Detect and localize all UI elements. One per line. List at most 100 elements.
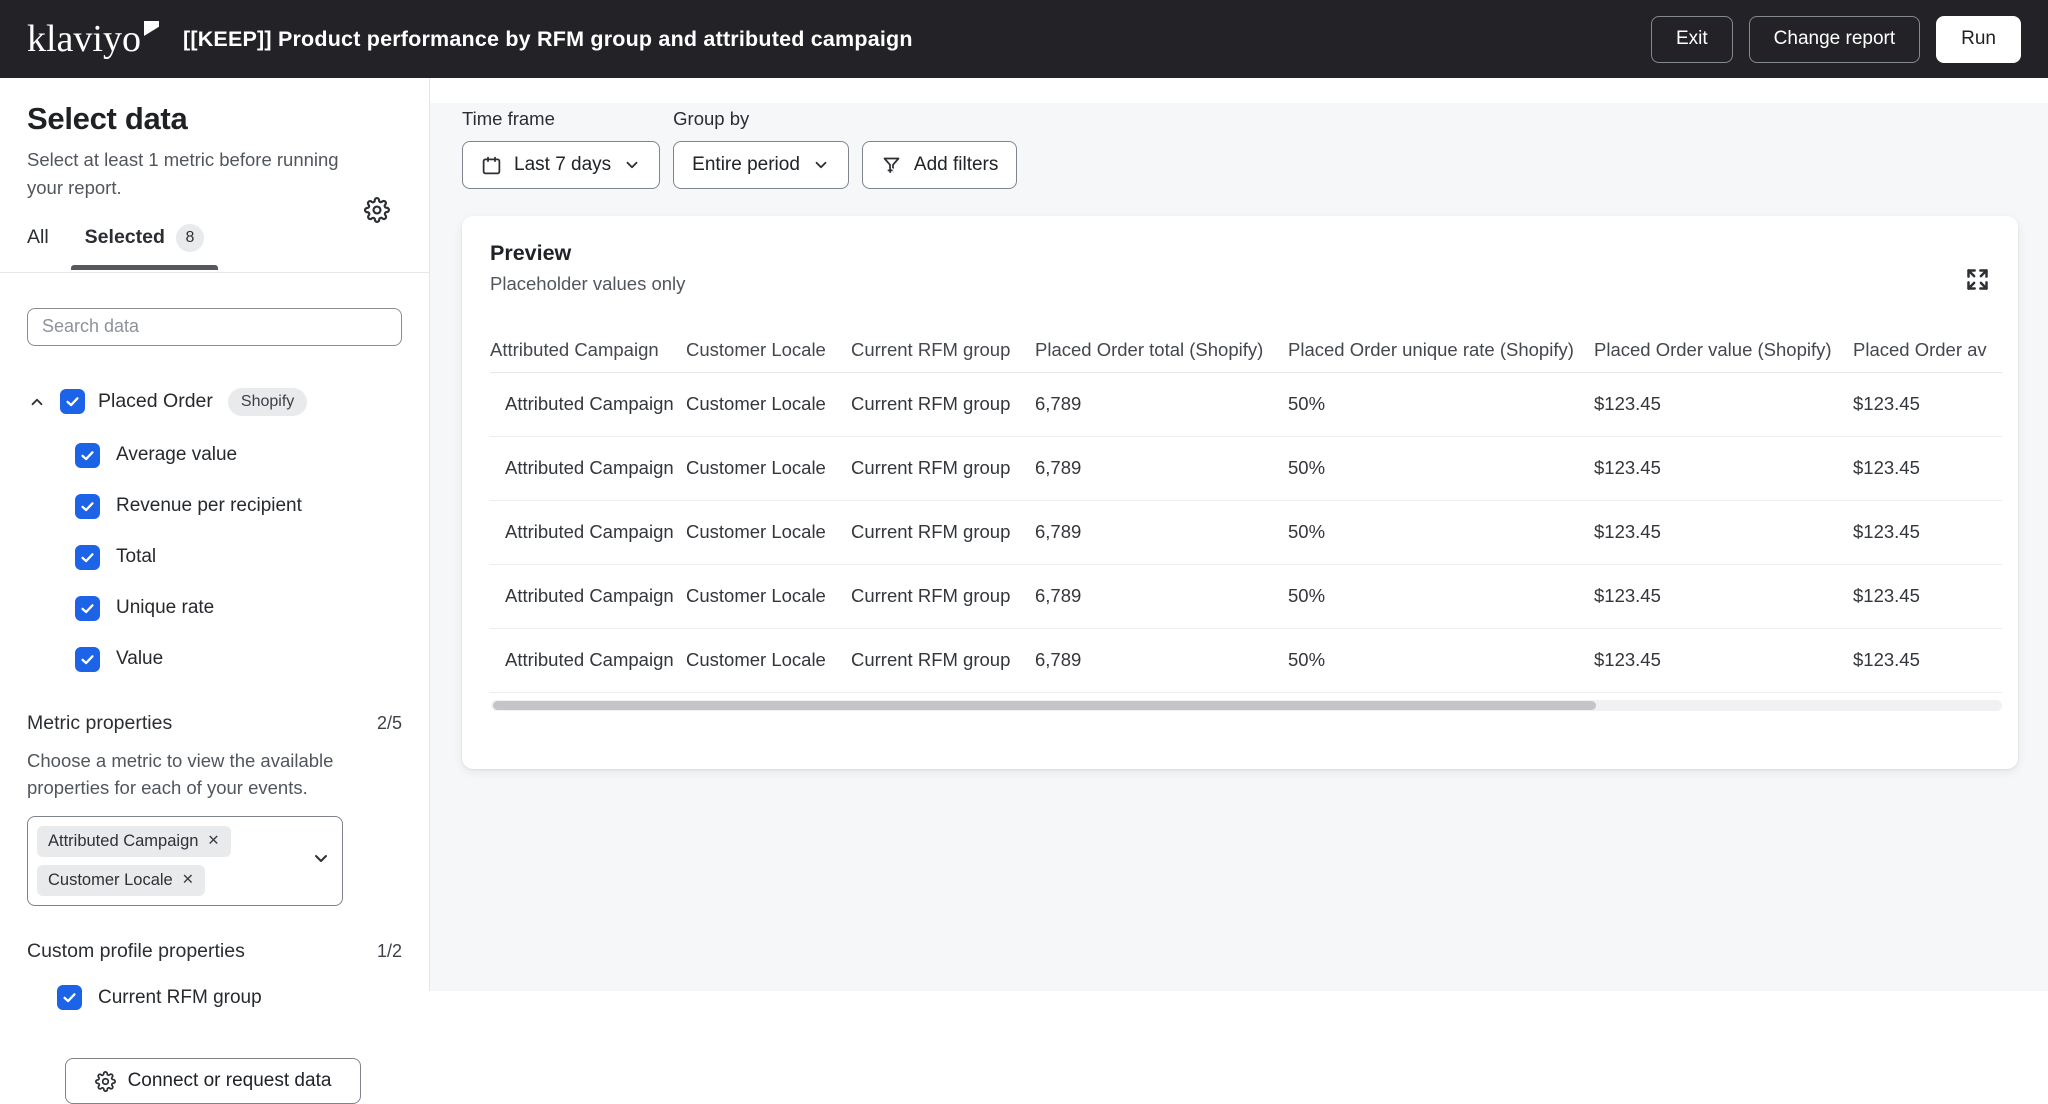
settings-gear-icon[interactable] bbox=[363, 196, 391, 224]
preview-subtitle: Placeholder values only bbox=[490, 273, 685, 295]
expand-icon[interactable] bbox=[1962, 264, 1992, 294]
cell-placed-order-average: $123.45 bbox=[1853, 564, 2002, 628]
metric-checkbox[interactable] bbox=[75, 494, 100, 519]
tab-all[interactable]: All bbox=[27, 226, 49, 251]
table-row: Attributed Campaign Customer Locale Curr… bbox=[490, 500, 2002, 564]
profile-property-checkbox[interactable] bbox=[57, 985, 82, 1010]
metric-label: Total bbox=[116, 546, 156, 568]
search-input[interactable] bbox=[27, 308, 402, 346]
metric-row: Average value bbox=[27, 443, 402, 468]
time-frame-value: Last 7 days bbox=[514, 154, 611, 176]
klaviyo-wordmark: klaviyo bbox=[27, 20, 141, 58]
cell-placed-order-total: 6,789 bbox=[1035, 372, 1288, 436]
cell-placed-order-average: $123.45 bbox=[1853, 436, 2002, 500]
metric-label: Average value bbox=[116, 444, 237, 466]
property-chip-label: Customer Locale bbox=[48, 871, 173, 890]
cell-attributed-campaign: Attributed Campaign bbox=[490, 436, 686, 500]
filter-plus-icon bbox=[881, 155, 902, 176]
custom-profile-properties-header: Custom profile properties 1/2 bbox=[27, 940, 402, 963]
column-header[interactable]: Placed Order unique rate (Shopify) bbox=[1288, 328, 1594, 372]
cell-placed-order-average: $123.45 bbox=[1853, 372, 2002, 436]
column-header[interactable]: Attributed Campaign bbox=[490, 328, 686, 372]
exit-button[interactable]: Exit bbox=[1651, 16, 1733, 63]
source-badge: Shopify bbox=[228, 388, 307, 416]
preview-card-header: Preview Placeholder values only bbox=[462, 216, 2018, 295]
table-body: Attributed Campaign Customer Locale Curr… bbox=[490, 372, 2002, 692]
table-row: Attributed Campaign Customer Locale Curr… bbox=[490, 436, 2002, 500]
cell-current-rfm-group: Current RFM group bbox=[851, 500, 1035, 564]
chip-remove-icon[interactable]: ✕ bbox=[207, 834, 219, 849]
table-header-row: Attributed CampaignCustomer LocaleCurren… bbox=[490, 328, 2002, 372]
property-chip-label: Attributed Campaign bbox=[48, 832, 198, 851]
cell-current-rfm-group: Current RFM group bbox=[851, 372, 1035, 436]
metric-checkbox[interactable] bbox=[75, 647, 100, 672]
change-report-button[interactable]: Change report bbox=[1749, 16, 1920, 63]
collapse-caret-icon[interactable] bbox=[27, 392, 47, 412]
metric-label: Value bbox=[116, 648, 163, 670]
metric-properties-select[interactable]: Attributed Campaign ✕ Customer Locale ✕ bbox=[27, 816, 343, 906]
metric-row: Unique rate bbox=[27, 596, 402, 621]
cell-placed-order-unique-rate: 50% bbox=[1288, 628, 1594, 692]
chevron-down-icon[interactable] bbox=[311, 849, 331, 874]
cell-placed-order-value: $123.45 bbox=[1594, 564, 1853, 628]
cell-placed-order-average: $123.45 bbox=[1853, 500, 2002, 564]
cell-customer-locale: Customer Locale bbox=[686, 628, 851, 692]
preview-title: Preview bbox=[490, 241, 685, 266]
column-header[interactable]: Placed Order value (Shopify) bbox=[1594, 328, 1853, 372]
scrollbar-thumb[interactable] bbox=[493, 701, 1596, 710]
preview-table: Attributed CampaignCustomer LocaleCurren… bbox=[490, 328, 2002, 693]
metric-row: Total bbox=[27, 545, 402, 570]
cell-placed-order-total: 6,789 bbox=[1035, 436, 1288, 500]
property-chip[interactable]: Attributed Campaign ✕ bbox=[37, 826, 231, 857]
cell-placed-order-value: $123.45 bbox=[1594, 500, 1853, 564]
top-bar: klaviyo [[KEEP]] Product performance by … bbox=[0, 0, 2048, 78]
calendar-icon bbox=[481, 155, 502, 176]
tab-selected[interactable]: Selected 8 bbox=[85, 224, 204, 254]
metric-checkbox[interactable] bbox=[75, 545, 100, 570]
cell-placed-order-unique-rate: 50% bbox=[1288, 436, 1594, 500]
group-by-group: Group by Entire period bbox=[673, 108, 849, 189]
column-header[interactable]: Placed Order av bbox=[1853, 328, 2002, 372]
custom-profile-properties-count: 1/2 bbox=[377, 941, 402, 962]
tab-selected-label: Selected bbox=[85, 226, 165, 249]
cell-customer-locale: Customer Locale bbox=[686, 500, 851, 564]
add-filters-label: Add filters bbox=[914, 154, 998, 176]
preview-table-wrap: Attributed CampaignCustomer LocaleCurren… bbox=[490, 328, 2002, 693]
column-header[interactable]: Placed Order total (Shopify) bbox=[1035, 328, 1288, 372]
cell-attributed-campaign: Attributed Campaign bbox=[490, 564, 686, 628]
sidebar-tabs: All Selected 8 bbox=[27, 224, 402, 254]
metric-properties-header: Metric properties 2/5 bbox=[27, 712, 402, 735]
cell-customer-locale: Customer Locale bbox=[686, 564, 851, 628]
cell-current-rfm-group: Current RFM group bbox=[851, 564, 1035, 628]
metric-checkbox[interactable] bbox=[75, 443, 100, 468]
metric-checkbox[interactable] bbox=[75, 596, 100, 621]
klaviyo-logo[interactable]: klaviyo bbox=[27, 20, 159, 58]
cell-placed-order-unique-rate: 50% bbox=[1288, 564, 1594, 628]
metric-properties-label: Metric properties bbox=[27, 712, 172, 735]
cell-attributed-campaign: Attributed Campaign bbox=[490, 372, 686, 436]
cell-customer-locale: Customer Locale bbox=[686, 436, 851, 500]
metric-group-row: Placed Order Shopify bbox=[27, 388, 402, 416]
cell-attributed-campaign: Attributed Campaign bbox=[490, 500, 686, 564]
chip-remove-icon[interactable]: ✕ bbox=[182, 873, 194, 888]
property-chip[interactable]: Customer Locale ✕ bbox=[37, 865, 205, 896]
add-filters-button[interactable]: Add filters bbox=[862, 141, 1017, 189]
connect-or-request-data-button[interactable]: Connect or request data bbox=[65, 1058, 361, 1104]
preview-card: Preview Placeholder values only bbox=[462, 216, 2018, 769]
column-header[interactable]: Current RFM group bbox=[851, 328, 1035, 372]
placed-order-checkbox[interactable] bbox=[60, 389, 85, 414]
main-area: Time frame Last 7 days Group by Entire p… bbox=[430, 78, 2048, 991]
group-by-dropdown[interactable]: Entire period bbox=[673, 141, 849, 189]
column-header[interactable]: Customer Locale bbox=[686, 328, 851, 372]
time-frame-dropdown[interactable]: Last 7 days bbox=[462, 141, 660, 189]
group-by-value: Entire period bbox=[692, 154, 800, 176]
topbar-actions: Exit Change report Run bbox=[1651, 16, 2021, 63]
sidebar-subtitle: Select at least 1 metric before running … bbox=[27, 146, 339, 202]
table-row: Attributed Campaign Customer Locale Curr… bbox=[490, 628, 2002, 692]
report-canvas: Time frame Last 7 days Group by Entire p… bbox=[430, 103, 2048, 991]
cell-placed-order-average: $123.45 bbox=[1853, 628, 2002, 692]
horizontal-scrollbar[interactable] bbox=[491, 700, 2002, 711]
gear-icon bbox=[95, 1071, 116, 1092]
run-button[interactable]: Run bbox=[1936, 16, 2021, 63]
profile-property-row: Current RFM group bbox=[27, 985, 402, 1010]
